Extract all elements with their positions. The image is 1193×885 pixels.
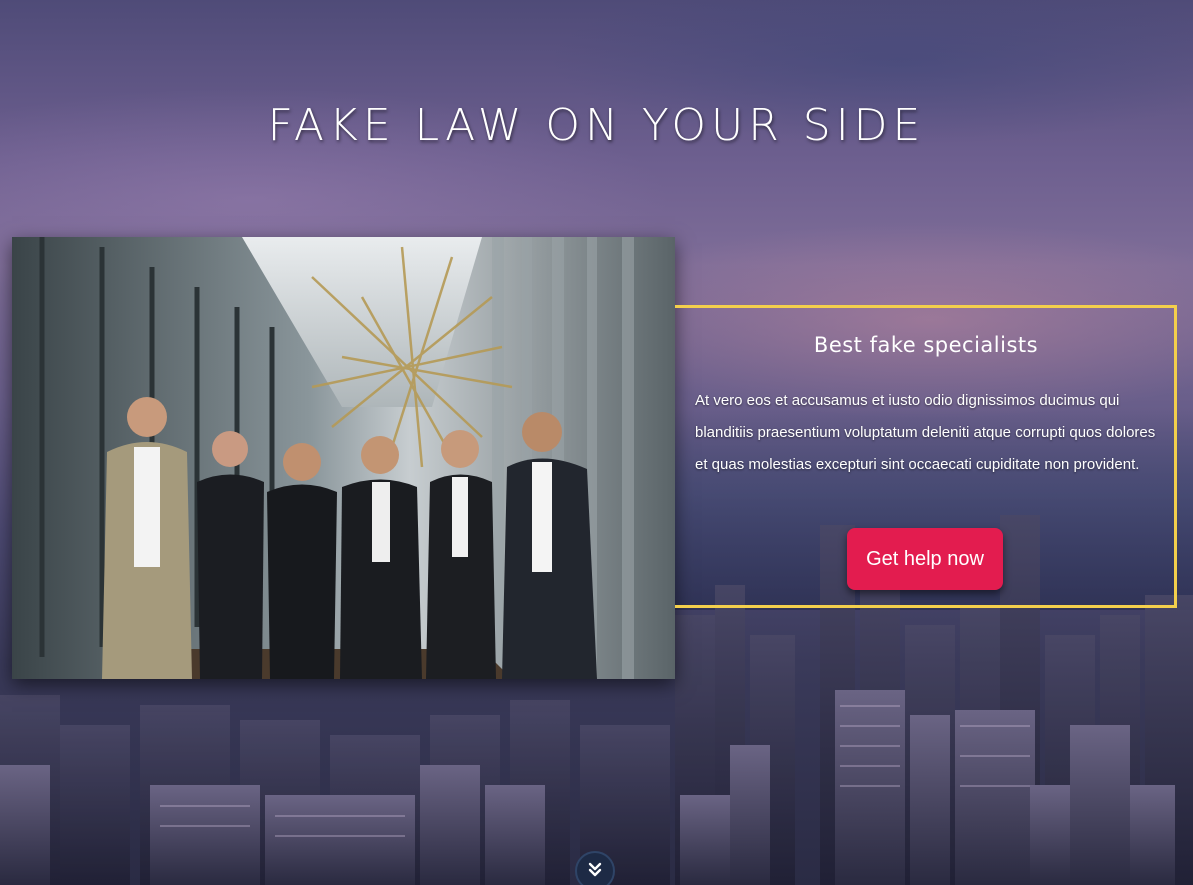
scroll-down-button[interactable] <box>575 851 615 885</box>
get-help-button[interactable]: Get help now <box>847 528 1003 590</box>
card-body-text: At vero eos et accusamus et iusto odio d… <box>695 392 1156 473</box>
team-photo <box>12 237 675 679</box>
double-chevron-down-icon <box>588 862 602 877</box>
page-headline: FAKE LAW ON YOUR SIDE <box>267 100 926 151</box>
card-title: Best fake specialists <box>813 333 1039 357</box>
hero-section: FAKE LAW ON YOUR SIDE Best fake speciali… <box>0 0 1193 885</box>
